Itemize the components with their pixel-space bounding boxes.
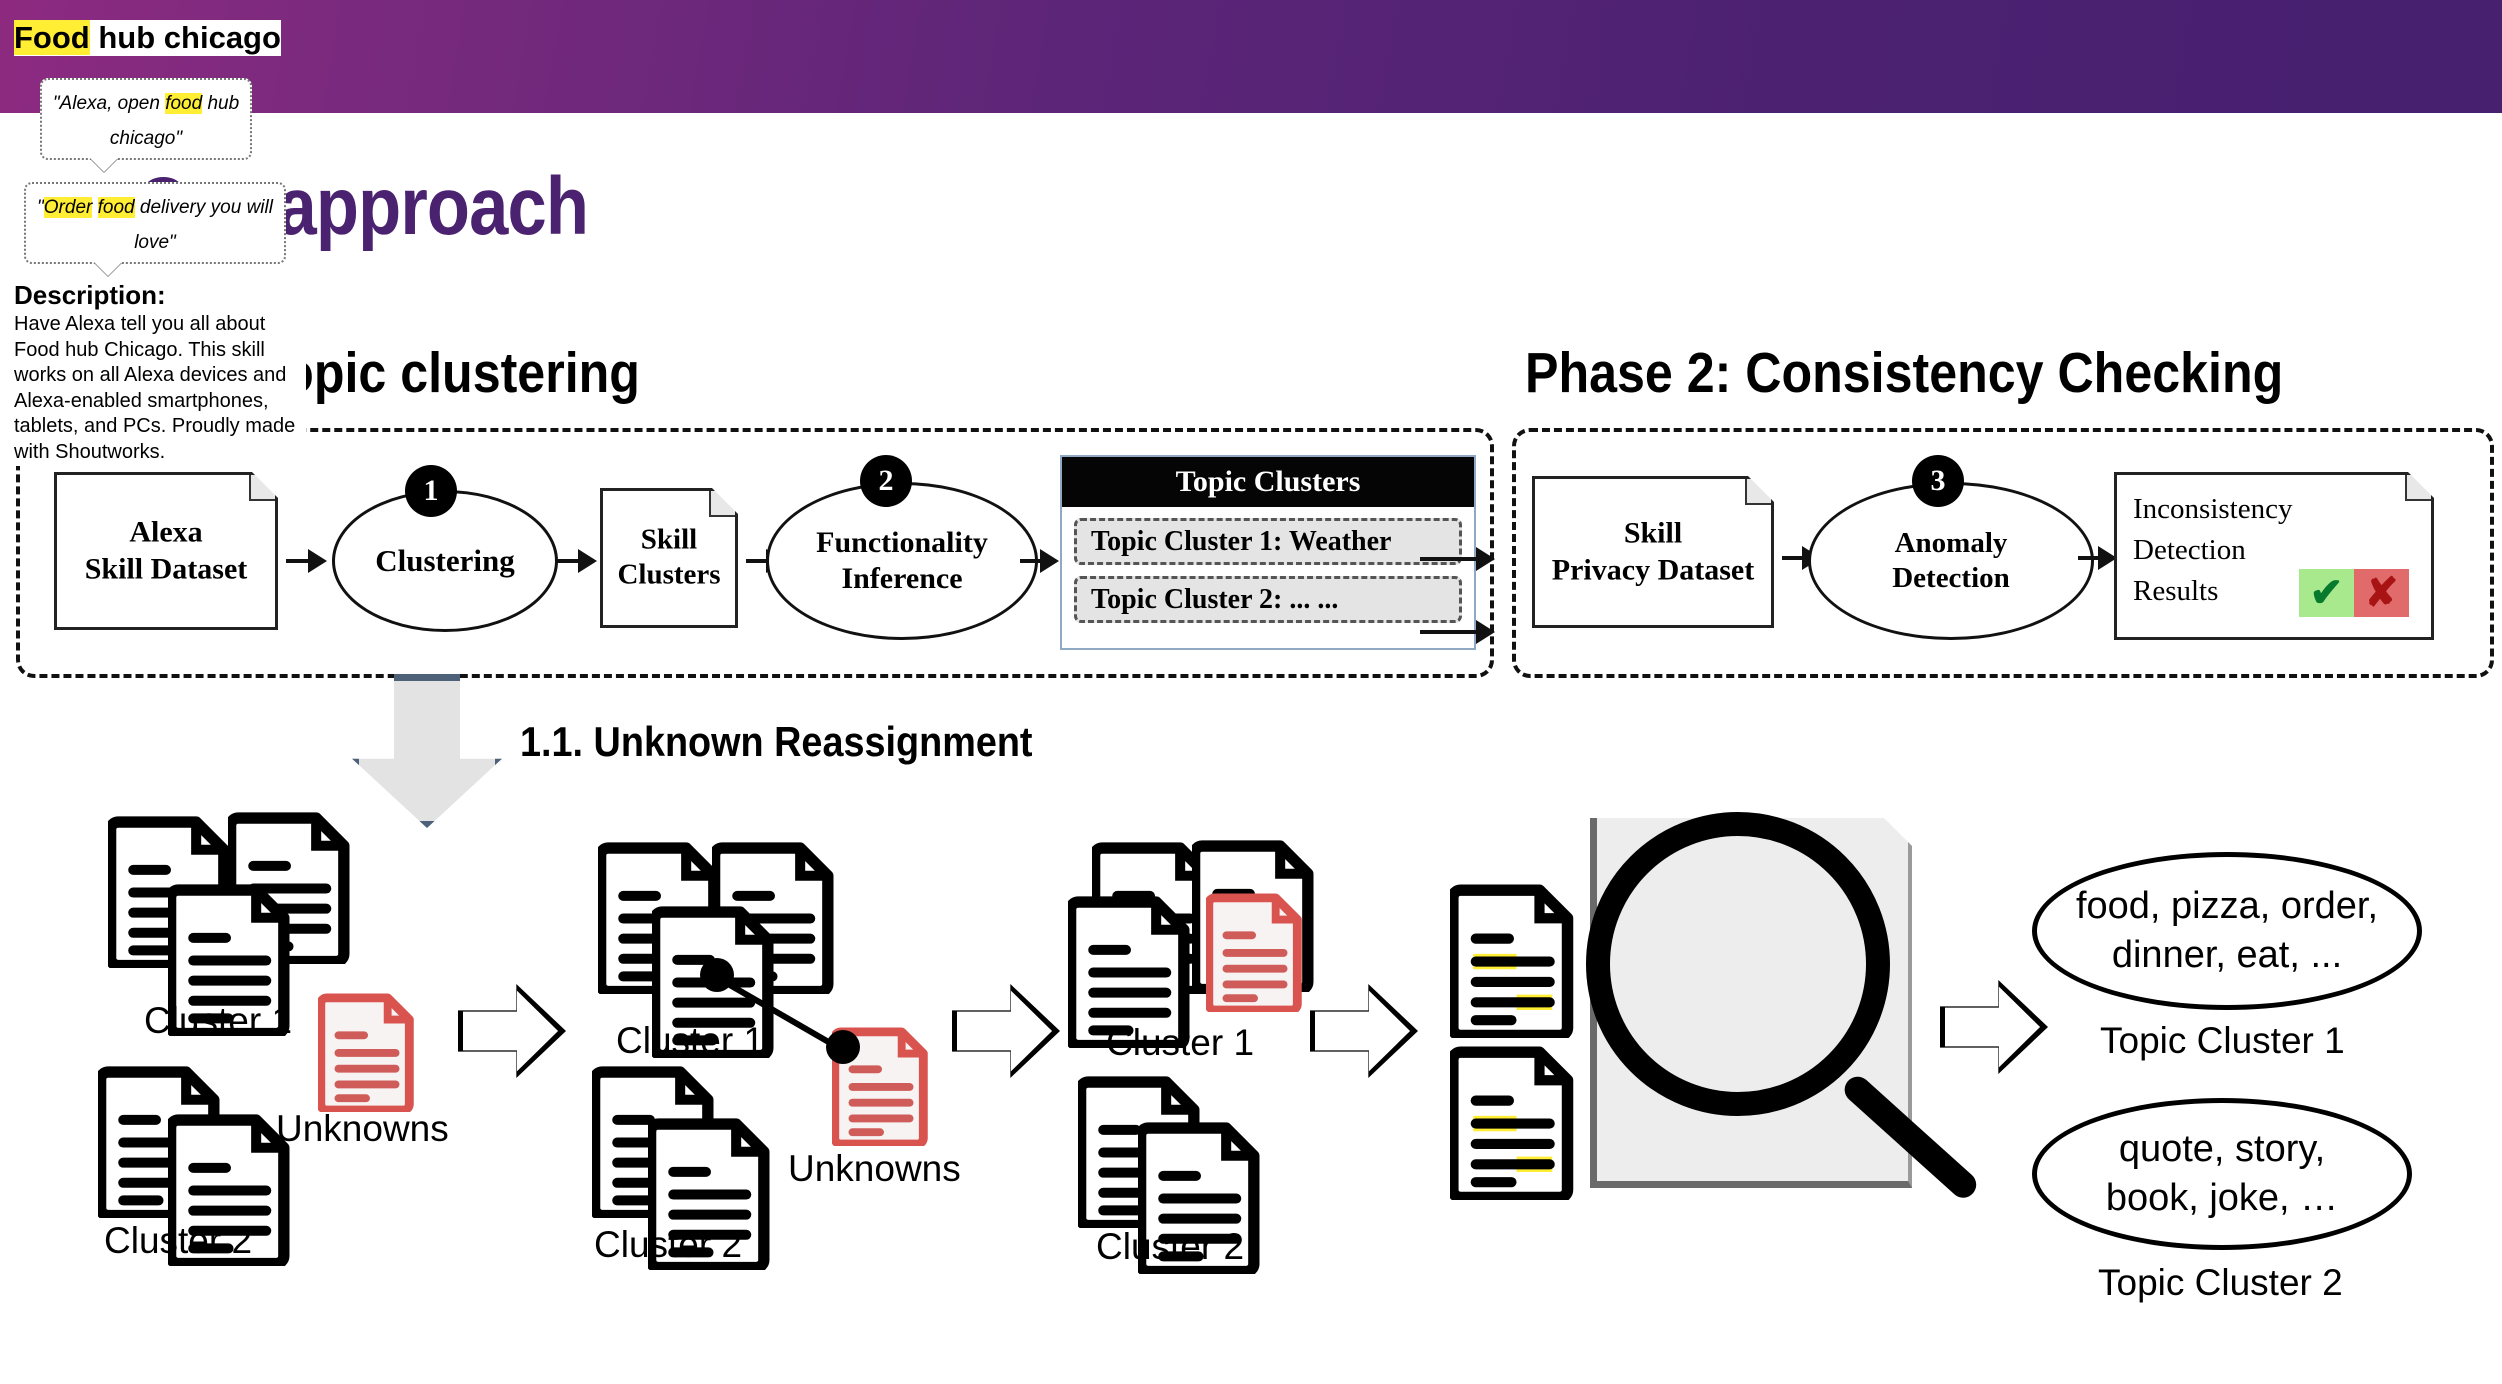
utterance2-highlight-2: food: [97, 197, 135, 218]
anomaly-line-2: Detection: [1892, 562, 2010, 594]
step-2-badge: 2: [860, 455, 912, 507]
arrow-inference-to-topicpanel: [1020, 559, 1056, 563]
skill-clusters-line-1: Skill: [640, 523, 698, 556]
utterance2-mid: [92, 197, 97, 218]
connector-dot-cluster: [700, 958, 734, 992]
alexa-skill-dataset-label: Alexa Skill Dataset: [57, 514, 275, 587]
inconsistency-results-node: Inconsistency Detection Results ✔ ✘: [2114, 472, 2434, 640]
privacy-dataset-line-2: Privacy Dataset: [1551, 553, 1755, 586]
bubble-tail-icon: [90, 158, 118, 172]
description-heading: Description:: [14, 280, 166, 311]
cross-icon: ✘: [2354, 569, 2409, 617]
utterance-bubble-1: "Alexa, open food hub chicago": [40, 78, 252, 172]
utterance1-pre: "Alexa, open: [52, 93, 166, 114]
utterance1-highlight: food: [165, 93, 203, 114]
phase2-heading: Phase 2: Consistency Checking: [1525, 341, 2284, 405]
utterance2-pre: ": [37, 197, 44, 218]
topic-cluster-2-caption: Topic Cluster 2: [2098, 1262, 2343, 1303]
step-3-number: 3: [1930, 464, 1946, 497]
results-line-1: Inconsistency: [2133, 493, 2293, 525]
stage2-unknowns-caption: Unknowns: [788, 1148, 961, 1189]
skill-privacy-dataset-node: Skill Privacy Dataset: [1532, 476, 1774, 628]
stage1-cluster1-caption: Cluster 1: [144, 1000, 293, 1041]
topic-cluster-row-1[interactable]: Topic Cluster 1: Weather: [1074, 518, 1462, 565]
down-arrow-icon: [352, 674, 502, 828]
topic-cluster-1-caption: Topic Cluster 1: [2100, 1020, 2345, 1061]
utterance2-post: delivery you will love": [134, 197, 273, 254]
inference-line-1: Functionality: [816, 526, 988, 559]
clustering-label: Clustering: [375, 543, 515, 579]
step-1-badge: 1: [405, 465, 457, 517]
results-line-3: Results: [2133, 575, 2219, 608]
utterance-bubble-2: "Order food delivery you will love": [24, 182, 286, 276]
skill-title-rest: hub chicago: [89, 20, 281, 55]
skill-title-highlight: Food: [14, 20, 90, 55]
stage3-cluster2-caption: Cluster 2: [1096, 1226, 1245, 1267]
right-block-arrow-icon: [1310, 984, 1418, 1078]
skill-title: Food hub chicago: [14, 20, 281, 56]
anomaly-line-1: Anomaly: [1894, 527, 2008, 560]
inference-line-2: Inference: [841, 562, 963, 595]
stage2-cluster1-caption: Cluster 1: [616, 1020, 765, 1061]
arrow-topicrow1-out: [1420, 557, 1492, 561]
stage3-cluster1-caption: Cluster 1: [1106, 1022, 1255, 1063]
step-3-badge: 3: [1912, 455, 1964, 507]
skill-clusters-node: Skill Clusters: [600, 488, 738, 628]
utterance2-highlight-1: Order: [43, 197, 93, 218]
privacy-dataset-line-1: Skill: [1623, 516, 1683, 550]
step-2-number: 2: [878, 464, 894, 497]
stage2-cluster2-caption: Cluster 2: [594, 1224, 743, 1265]
unknown-document-icon: [318, 990, 418, 1112]
topic-cluster-row-2[interactable]: Topic Cluster 2: ... ...: [1074, 576, 1462, 623]
step-1-number: 1: [423, 474, 439, 507]
arrow-dataset-to-clustering: [286, 559, 324, 563]
bubble-tail-icon: [94, 262, 122, 276]
dataset-line-2: Skill Dataset: [84, 552, 248, 585]
topic-clusters-panel: Topic Clusters Topic Cluster 1: Weather …: [1060, 455, 1476, 650]
right-block-arrow-icon: [952, 984, 1060, 1078]
results-marks: ✔ ✘: [2299, 569, 2409, 617]
stage1-cluster2-caption: Cluster 2: [104, 1220, 253, 1261]
results-line-2: Detection: [2133, 534, 2246, 567]
unknown-reassignment-label: 1.1. Unknown Reassignment: [520, 718, 1033, 765]
anomaly-detection-node: Anomaly Detection: [1808, 482, 2094, 640]
arrow-anomaly-to-results: [2078, 556, 2114, 560]
description-body: Have Alexa tell you all about Food hub C…: [14, 312, 306, 466]
right-block-arrow-icon: [1940, 980, 2048, 1074]
skill-privacy-dataset-label: Skill Privacy Dataset: [1535, 515, 1771, 588]
inconsistency-results-label: Inconsistency Detection Results: [2133, 489, 2292, 613]
unknown-document-icon: [1206, 890, 1306, 1012]
right-block-arrow-icon: [458, 984, 566, 1078]
highlighted-document-icon: [1450, 1042, 1578, 1200]
topic-clusters-panel-header: Topic Clusters: [1062, 457, 1474, 507]
skill-clusters-line-2: Clusters: [617, 559, 721, 591]
header-band: [0, 0, 2502, 113]
arrow-clustering-to-skillclusters: [556, 559, 594, 563]
alexa-skill-dataset-node: Alexa Skill Dataset: [54, 472, 278, 630]
check-icon: ✔: [2299, 569, 2354, 617]
highlighted-document-icon: [1450, 880, 1578, 1038]
magnifier-icon: [1586, 812, 1890, 1116]
functionality-inference-node: Functionality Inference: [766, 482, 1038, 640]
topic-cluster-1-keywords: food, pizza, order, dinner, eat, ...: [2032, 852, 2422, 1010]
topic-cluster-2-keywords: quote, story, book, joke, …: [2032, 1098, 2412, 1250]
connector-dot-unknown: [826, 1030, 860, 1064]
arrow-topicrow2-out: [1420, 630, 1492, 634]
dataset-line-1: Alexa: [129, 515, 203, 549]
skill-clusters-label: Skill Clusters: [603, 523, 735, 594]
stage1-unknowns-caption: Unknowns: [276, 1108, 449, 1149]
